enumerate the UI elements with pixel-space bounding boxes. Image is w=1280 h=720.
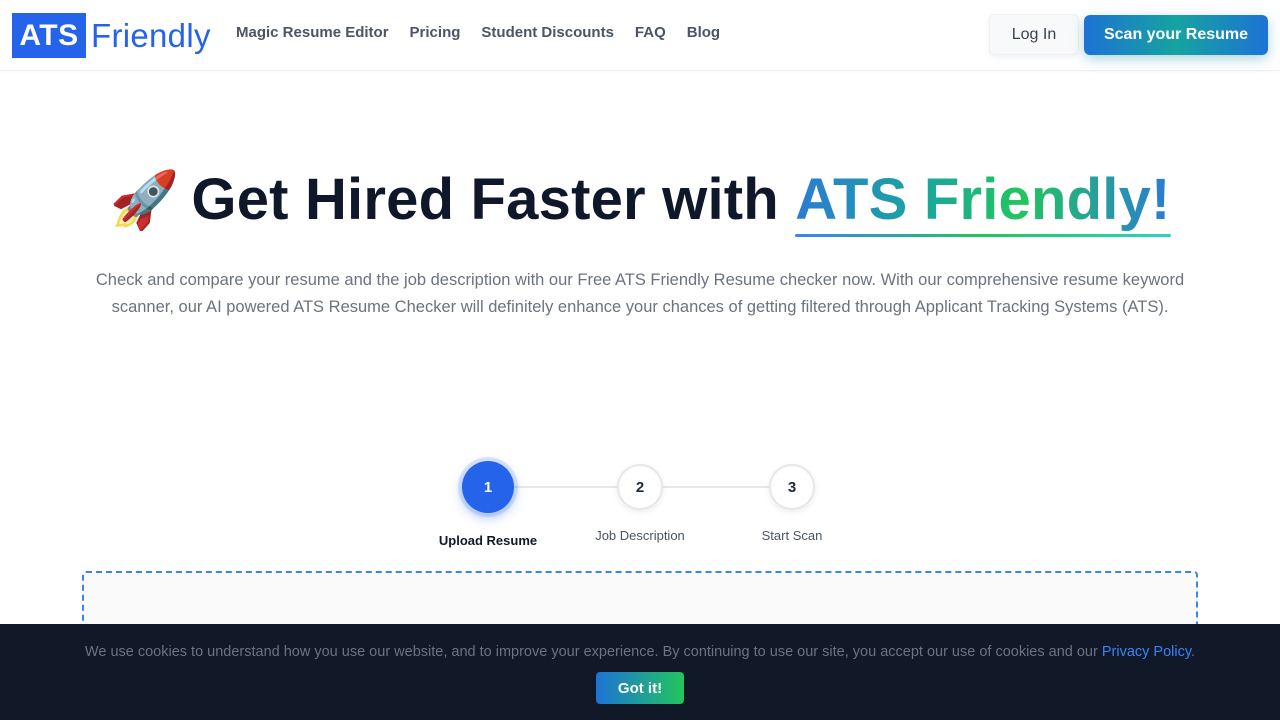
step-3-label: Start Scan — [761, 528, 823, 543]
nav-magic-resume-editor[interactable]: Magic Resume Editor — [236, 24, 389, 41]
step-2-circle[interactable]: 2 — [617, 464, 663, 510]
cookie-banner: We use cookies to understand how you use… — [0, 624, 1280, 720]
nav-blog[interactable]: Blog — [687, 24, 720, 41]
nav-faq[interactable]: FAQ — [635, 24, 666, 41]
logo-text: Friendly — [91, 16, 211, 54]
site-logo[interactable]: ATS Friendly — [12, 13, 211, 58]
hero-description: Check and compare your resume and the jo… — [95, 271, 1185, 316]
cookie-message: We use cookies to understand how you use… — [84, 644, 1102, 660]
hero-title: 🚀 Get Hired Faster with ATS Friendly! — [0, 166, 1280, 237]
hero-title-brand-text: ATS Friendly! — [795, 167, 1171, 232]
main-nav: Magic Resume Editor Pricing Student Disc… — [236, 24, 741, 41]
login-button[interactable]: Log In — [989, 14, 1079, 55]
step-1-circle[interactable]: 1 — [462, 461, 514, 513]
step-3-circle[interactable]: 3 — [769, 464, 815, 510]
cookie-accept-button[interactable]: Got it! — [596, 672, 684, 704]
step-connector — [662, 486, 770, 488]
hero-title-plain: Get Hired Faster with — [191, 167, 796, 232]
cookie-suffix: . — [1191, 644, 1196, 660]
step-1-label: Upload Resume — [438, 533, 538, 548]
hero-title-brand: ATS Friendly! — [795, 166, 1171, 237]
nav-pricing[interactable]: Pricing — [410, 24, 461, 41]
step-2-label: Job Description — [595, 528, 685, 543]
logo-box: ATS — [12, 13, 86, 58]
cookie-text: We use cookies to understand how you use… — [0, 644, 1280, 660]
brand-underline — [795, 234, 1171, 237]
scan-resume-button[interactable]: Scan your Resume — [1084, 15, 1268, 55]
rocket-icon: 🚀 — [109, 168, 180, 231]
site-header: ATS Friendly Magic Resume Editor Pricing… — [0, 0, 1280, 71]
nav-student-discounts[interactable]: Student Discounts — [481, 24, 614, 41]
step-connector — [514, 486, 618, 488]
privacy-policy-link[interactable]: Privacy Policy — [1102, 644, 1191, 660]
